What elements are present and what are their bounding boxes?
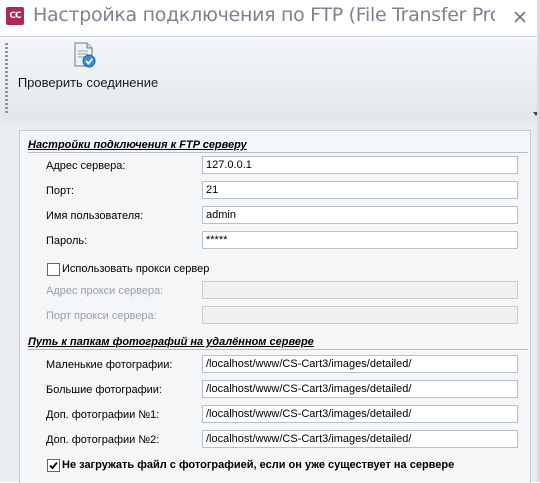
password-label: Пароль: [46, 235, 88, 247]
title-bar: CC Настройка подключения по FTP (File Tr… [0, 0, 540, 36]
settings-form: Настройки подключения к FTP серверу Адре… [19, 130, 531, 483]
skip-existing-label[interactable]: Не загружать файл с фотографией, если он… [62, 459, 454, 471]
small-photos-path-field[interactable]: /localhost/www/CS-Cart3/images/detailed/ [202, 355, 518, 373]
extra-photos-1-label: Доп. фотографии №1: [46, 409, 160, 421]
server-address-label: Адрес сервера: [46, 160, 126, 172]
proxy-port-label: Порт прокси сервера: [46, 310, 157, 322]
close-button[interactable] [506, 4, 534, 30]
app-logo-icon: CC [6, 7, 24, 25]
server-address-field[interactable]: 127.0.0.1 [202, 156, 518, 174]
paths-section-title: Путь к папкам фотографий на удалённом се… [28, 336, 314, 348]
use-proxy-label[interactable]: Использовать прокси сервер [62, 263, 209, 275]
extra-photos-2-label: Доп. фотографии №2: [46, 434, 160, 446]
port-label: Порт: [46, 185, 74, 197]
document-check-icon [71, 41, 97, 69]
ftp-section-title: Настройки подключения к FTP серверу [28, 139, 247, 151]
proxy-address-field [202, 281, 518, 299]
large-photos-label: Большие фотографии: [46, 384, 162, 396]
test-connection-button[interactable]: Проверить соединение [14, 39, 162, 99]
window-title: Настройка подключения по FTP (File Trans… [33, 4, 495, 26]
settings-panel: Настройки подключения к FTP серверу Адре… [0, 121, 540, 483]
small-photos-label: Маленькие фотографии: [46, 359, 173, 371]
use-proxy-checkbox[interactable] [47, 263, 60, 276]
username-field[interactable]: admin [202, 206, 518, 224]
proxy-port-field [202, 306, 518, 324]
extra-photos-2-path-field[interactable]: /localhost/www/CS-Cart3/images/detailed/ [202, 430, 518, 448]
extra-photos-1-path-field[interactable]: /localhost/www/CS-Cart3/images/detailed/ [202, 405, 518, 423]
proxy-address-label: Адрес прокси сервера: [46, 285, 164, 297]
close-icon [514, 11, 526, 23]
ftp-section-divider [28, 152, 528, 153]
username-label: Имя пользователя: [46, 210, 144, 222]
checkmark-icon [49, 461, 58, 470]
toolbar: Проверить соединение [0, 36, 540, 122]
skip-existing-checkbox[interactable] [47, 459, 60, 472]
paths-section-divider [28, 349, 528, 350]
port-field[interactable]: 21 [202, 181, 518, 199]
test-connection-label: Проверить соединение [17, 75, 159, 90]
toolbar-grip[interactable] [5, 43, 8, 113]
large-photos-path-field[interactable]: /localhost/www/CS-Cart3/images/detailed/ [202, 380, 518, 398]
password-field[interactable]: ***** [202, 231, 518, 249]
